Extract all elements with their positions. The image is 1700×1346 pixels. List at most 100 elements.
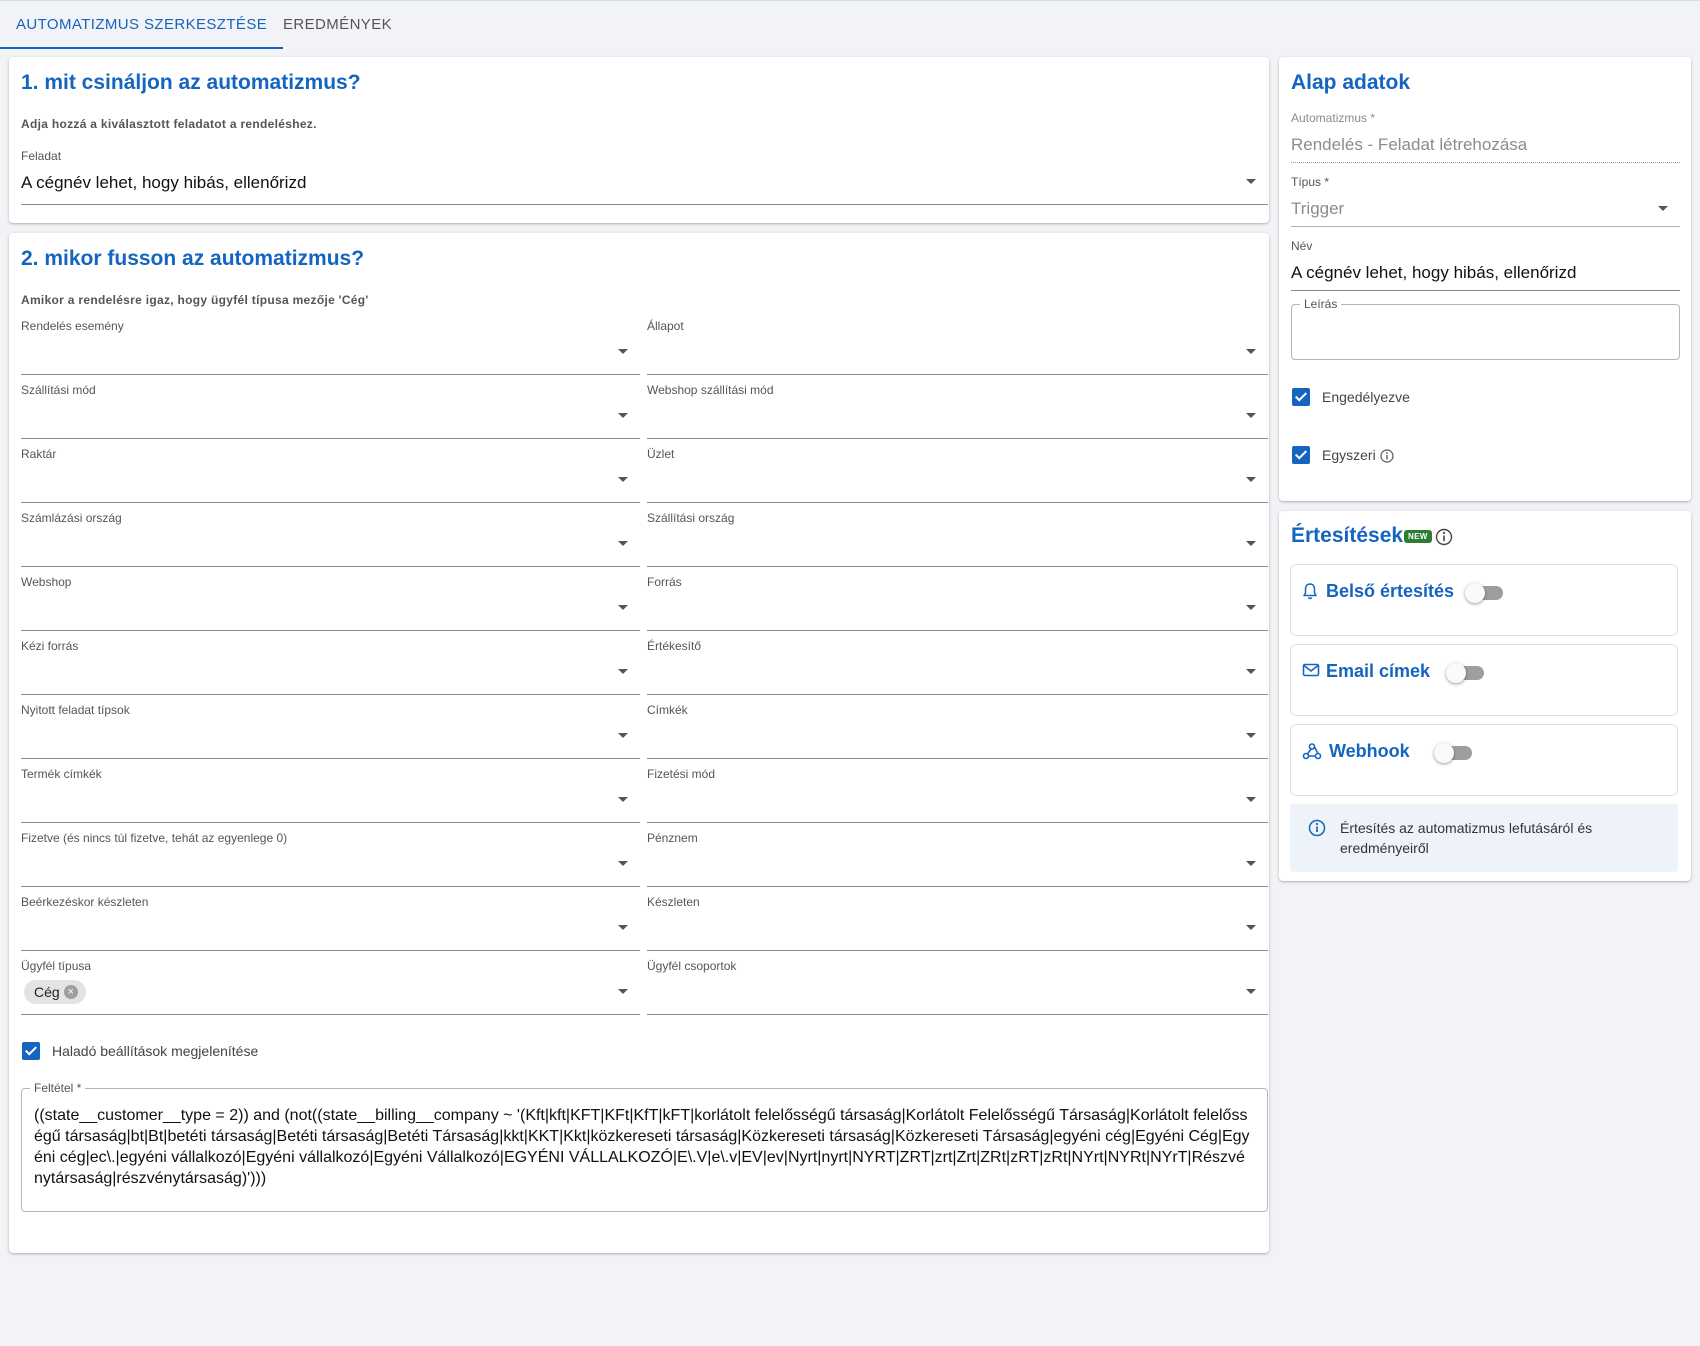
filter-select[interactable]: Pénznem (647, 831, 1268, 887)
filter-select[interactable]: Nyitott feladat típsok (21, 703, 640, 759)
condition-label: Feltétel * (30, 1081, 86, 1095)
internal-notification-toggle[interactable] (1465, 583, 1503, 603)
when-description: Amikor a rendelésre igaz, hogy ügyfél tí… (21, 293, 369, 307)
tab-automation-edit[interactable]: AUTOMATIZMUS SZERKESZTÉSE (0, 1, 284, 49)
filter-label: Beérkezéskor készleten (21, 895, 149, 909)
chevron-down-icon (1246, 413, 1256, 418)
task-value: A cégnév lehet, hogy hibás, ellenőrizd (21, 173, 307, 192)
chevron-down-icon (1246, 541, 1256, 546)
mail-icon (1302, 663, 1320, 677)
filter-select[interactable]: Ügyfél csoportok (647, 959, 1268, 1015)
filter-select[interactable]: Termék címkék (21, 767, 640, 823)
chevron-down-icon (618, 349, 628, 354)
info-icon[interactable] (1380, 449, 1394, 463)
task-select[interactable]: Feladat A cégnév lehet, hogy hibás, elle… (21, 149, 1268, 205)
email-notification-card: Email címek (1290, 644, 1678, 716)
chevron-down-icon (1246, 179, 1256, 184)
filter-label: Fizetve (és nincs túl fizetve, tehát az … (21, 831, 288, 845)
what-title: 1. mit csináljon az automatizmus? (21, 71, 361, 94)
webhook-icon (1302, 743, 1322, 760)
description-field[interactable]: Leírás (1291, 297, 1680, 360)
filter-select[interactable]: Raktár (21, 447, 640, 503)
advanced-label: Haladó beállítások megjelenítése (52, 1043, 259, 1059)
info-icon[interactable] (1435, 528, 1453, 546)
tab-bar: AUTOMATIZMUS SZERKESZTÉSE EREDMÉNYEK (0, 0, 1700, 50)
filter-label: Üzlet (647, 447, 675, 461)
filter-select[interactable]: Fizetve (és nincs túl fizetve, tehát az … (21, 831, 640, 887)
filter-select[interactable]: Webshop szállítási mód (647, 383, 1268, 439)
filter-select[interactable]: Készleten (647, 895, 1268, 951)
enabled-label: Engedélyezve (1322, 389, 1410, 405)
filter-label: Forrás (647, 575, 682, 589)
enabled-checkbox[interactable] (1292, 388, 1310, 406)
chevron-down-icon (618, 413, 628, 418)
automation-field: Automatizmus * Rendelés - Feladat létreh… (1291, 111, 1680, 163)
chevron-down-icon (618, 797, 628, 802)
chevron-down-icon (618, 861, 628, 866)
what-description: Adja hozzá a kiválasztott feladatot a re… (21, 117, 317, 131)
type-field: Típus * Trigger (1291, 175, 1680, 227)
filter-select[interactable]: Szállítási mód (21, 383, 640, 439)
filter-select[interactable]: Fizetési mód (647, 767, 1268, 823)
filter-select[interactable]: Állapot (647, 319, 1268, 375)
condition-value: ((state__customer__type = 2)) and (not((… (34, 1107, 1250, 1187)
bell-icon (1303, 583, 1317, 600)
chevron-down-icon (1246, 797, 1256, 802)
chevron-down-icon (618, 989, 628, 994)
description-label: Leírás (1300, 297, 1342, 311)
chip-remove-icon[interactable]: × (63, 985, 78, 1000)
webhook-notification-card: Webhook (1290, 724, 1678, 796)
filter-label: Címkék (647, 703, 688, 717)
type-value: Trigger (1291, 199, 1345, 218)
email-notification-label: Email címek (1326, 661, 1431, 681)
filter-label: Szállítási mód (21, 383, 96, 397)
filter-select[interactable]: Rendelés esemény (21, 319, 640, 375)
filter-label: Webshop szállítási mód (647, 383, 774, 397)
task-label: Feladat (21, 149, 62, 163)
filter-select[interactable]: Ügyfél típusa Cég × (21, 959, 640, 1015)
webhook-notification-label: Webhook (1329, 741, 1410, 761)
filter-label: Ügyfél csoportok (647, 959, 737, 973)
chevron-down-icon (1246, 605, 1256, 610)
name-field[interactable]: Név A cégnév lehet, hogy hibás, ellenőri… (1291, 239, 1680, 291)
filter-select[interactable]: Üzlet (647, 447, 1268, 503)
filter-label: Készleten (647, 895, 700, 909)
filter-select[interactable]: Beérkezéskor készleten (21, 895, 640, 951)
filter-select[interactable]: Címkék (647, 703, 1268, 759)
type-label: Típus * (1291, 175, 1330, 189)
tab-results[interactable]: EREDMÉNYEK (267, 1, 408, 49)
filter-label: Értékesítő (647, 639, 702, 653)
filter-label: Nyitott feladat típsok (21, 703, 130, 717)
internal-notification-card: Belső értesítés (1290, 564, 1678, 636)
name-label: Név (1291, 239, 1313, 253)
name-value: A cégnév lehet, hogy hibás, ellenőrizd (1291, 263, 1577, 282)
filter-select[interactable]: Kézi forrás (21, 639, 640, 695)
filter-select[interactable]: Forrás (647, 575, 1268, 631)
chevron-down-icon (618, 669, 628, 674)
once-checkbox[interactable] (1292, 446, 1310, 464)
notifications-title: Értesítések (1291, 524, 1404, 547)
webhook-notification-toggle[interactable] (1434, 743, 1472, 763)
filter-label: Fizetési mód (647, 767, 716, 781)
chevron-down-icon (618, 605, 628, 610)
filter-select[interactable]: Számlázási ország (21, 511, 640, 567)
filter-select[interactable]: Szállítási ország (647, 511, 1268, 567)
internal-notification-label: Belső értesítés (1326, 581, 1455, 601)
advanced-checkbox[interactable] (22, 1042, 40, 1060)
filter-label: Kézi forrás (21, 639, 79, 653)
basic-data-card: Alap adatok Automatizmus * Rendelés - Fe… (1279, 57, 1691, 501)
condition-field[interactable]: Feltétel * ((state__customer__type = 2))… (21, 1081, 1268, 1212)
email-notification-toggle[interactable] (1446, 663, 1484, 683)
filter-select[interactable]: Webshop (21, 575, 640, 631)
notification-info-box: Értesítés az automatizmus lefutásáról és… (1290, 804, 1678, 872)
when-card: 2. mikor fusson az automatizmus? Amikor … (9, 233, 1269, 1253)
chevron-down-icon (618, 477, 628, 482)
customer-type-chip: Cég × (24, 980, 86, 1004)
filter-select[interactable]: Értékesítő (647, 639, 1268, 695)
chip-label: Cég (34, 984, 60, 1000)
filter-label: Webshop (21, 575, 72, 589)
chevron-down-icon (618, 925, 628, 930)
once-label: Egyszeri (1322, 447, 1376, 463)
notifications-card: Értesítések NEW Belső értesítés Email cí… (1279, 511, 1691, 881)
what-card: 1. mit csináljon az automatizmus? Adja h… (9, 57, 1269, 223)
